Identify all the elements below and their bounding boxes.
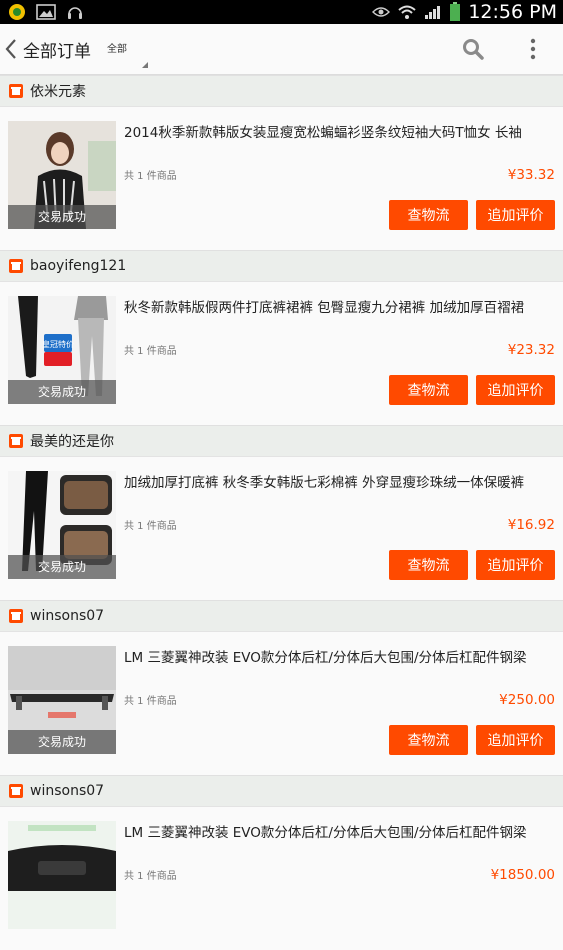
add-review-button[interactable]: 追加评价 xyxy=(476,550,555,580)
back-arrow-icon[interactable] xyxy=(4,38,18,60)
item-count: 共 1 件商品 xyxy=(124,346,177,357)
shop-header[interactable]: 依米元素 xyxy=(0,75,563,107)
product-image[interactable] xyxy=(8,821,116,929)
check-logistics-button[interactable]: 查物流 xyxy=(389,200,468,230)
product-image[interactable]: 交易成功 xyxy=(8,646,116,754)
order-item: 最美的还是你 交易成功 加绒加厚打底裤 秋冬季女韩版七彩棉裤 外穿显瘦珍珠绒一体… xyxy=(0,425,563,600)
order-price: ¥33.32 xyxy=(507,167,555,183)
add-review-button[interactable]: 追加评价 xyxy=(476,725,555,755)
gallery-icon xyxy=(36,4,56,20)
order-price: ¥250.00 xyxy=(499,692,555,708)
order-list: 依米元素 交易成功 2014秋季新款韩版女装显瘦宽松蝙蝠衫竖条纹短袖大码T恤女 … xyxy=(0,75,563,950)
shop-header[interactable]: winsons07 xyxy=(0,775,563,807)
headset-icon xyxy=(68,7,82,19)
check-logistics-button[interactable]: 查物流 xyxy=(389,375,468,405)
order-price: ¥1850.00 xyxy=(490,867,555,883)
order-card[interactable]: LM 三菱翼神改装 EVO款分体后杠/分体后大包围/分体后杠配件钢梁 共 1 件… xyxy=(0,807,563,950)
order-status: 交易成功 xyxy=(8,380,116,404)
product-image[interactable]: 皇冠特价 交易成功 xyxy=(8,296,116,404)
badge-text: 皇冠特价 xyxy=(42,339,74,349)
shop-icon xyxy=(9,259,23,273)
status-bar: 12:56 PM xyxy=(0,0,563,24)
page-title: 全部订单 xyxy=(23,42,91,62)
order-item: baoyifeng121 皇冠特价 交易成功 秋冬新款韩版假两件打底裤裙裤 包臀… xyxy=(0,250,563,425)
order-item: 依米元素 交易成功 2014秋季新款韩版女装显瘦宽松蝙蝠衫竖条纹短袖大码T恤女 … xyxy=(0,75,563,250)
shop-name: 最美的还是你 xyxy=(30,434,114,450)
order-card[interactable]: 皇冠特价 交易成功 秋冬新款韩版假两件打底裤裙裤 包臀显瘦九分裙裤 加绒加厚百褶… xyxy=(0,282,563,425)
product-image[interactable]: 交易成功 xyxy=(8,471,116,579)
shop-name: 依米元素 xyxy=(30,84,86,100)
shop-name: baoyifeng121 xyxy=(30,258,127,274)
battery-icon xyxy=(450,2,461,21)
app-notification-icon xyxy=(9,4,25,20)
product-title[interactable]: 加绒加厚打底裤 秋冬季女韩版七彩棉裤 外穿显瘦珍珠绒一体保暖裤 xyxy=(124,471,556,491)
item-count: 共 1 件商品 xyxy=(124,171,177,182)
order-card[interactable]: 交易成功 LM 三菱翼神改装 EVO款分体后杠/分体后大包围/分体后杠配件钢梁 … xyxy=(0,632,563,775)
shop-name: winsons07 xyxy=(30,783,105,799)
order-item: winsons07 交易成功 LM 三菱翼神改装 EVO款分体后杠/分体后大包围… xyxy=(0,600,563,775)
shop-header[interactable]: baoyifeng121 xyxy=(0,250,563,282)
item-count: 共 1 件商品 xyxy=(124,521,177,532)
order-item: winsons07 LM 三菱翼神改装 EVO款分体后杠/分体后大包围/分体后杠… xyxy=(0,775,563,950)
shop-icon xyxy=(9,609,23,623)
add-review-button[interactable]: 追加评价 xyxy=(476,375,555,405)
wifi-icon xyxy=(398,5,417,19)
order-card[interactable]: 交易成功 2014秋季新款韩版女装显瘦宽松蝙蝠衫竖条纹短袖大码T恤女 长袖 共 … xyxy=(0,107,563,250)
shop-header[interactable]: 最美的还是你 xyxy=(0,425,563,457)
shop-icon xyxy=(9,434,23,448)
item-count: 共 1 件商品 xyxy=(124,696,177,707)
product-title[interactable]: LM 三菱翼神改装 EVO款分体后杠/分体后大包围/分体后杠配件钢梁 xyxy=(124,646,556,666)
shop-icon xyxy=(9,784,23,798)
order-price: ¥23.32 xyxy=(507,342,555,358)
item-count: 共 1 件商品 xyxy=(124,871,177,882)
dropdown-triangle-icon[interactable] xyxy=(142,62,148,68)
product-image[interactable]: 交易成功 xyxy=(8,121,116,229)
search-icon[interactable] xyxy=(462,38,484,60)
app-bar: 全部订单 全部 xyxy=(0,24,563,75)
product-title[interactable]: 2014秋季新款韩版女装显瘦宽松蝙蝠衫竖条纹短袖大码T恤女 长袖 xyxy=(124,121,556,141)
eye-icon xyxy=(372,7,391,17)
signal-icon xyxy=(425,6,441,19)
order-card[interactable]: 交易成功 加绒加厚打底裤 秋冬季女韩版七彩棉裤 外穿显瘦珍珠绒一体保暖裤 共 1… xyxy=(0,457,563,600)
clock: 12:56 PM xyxy=(468,1,557,23)
check-logistics-button[interactable]: 查物流 xyxy=(389,550,468,580)
more-options-icon[interactable] xyxy=(524,37,542,61)
product-title[interactable]: LM 三菱翼神改装 EVO款分体后杠/分体后大包围/分体后杠配件钢梁 xyxy=(124,821,556,841)
add-review-button[interactable]: 追加评价 xyxy=(476,200,555,230)
order-status: 交易成功 xyxy=(8,730,116,754)
shop-name: winsons07 xyxy=(30,608,105,624)
order-status: 交易成功 xyxy=(8,555,116,579)
check-logistics-button[interactable]: 查物流 xyxy=(389,725,468,755)
product-title[interactable]: 秋冬新款韩版假两件打底裤裙裤 包臀显瘦九分裙裤 加绒加厚百褶裙 xyxy=(124,296,556,316)
filter-dropdown[interactable]: 全部 xyxy=(107,40,127,55)
shop-icon xyxy=(9,84,23,98)
order-price: ¥16.92 xyxy=(507,517,555,533)
order-status: 交易成功 xyxy=(8,205,116,229)
shop-header[interactable]: winsons07 xyxy=(0,600,563,632)
